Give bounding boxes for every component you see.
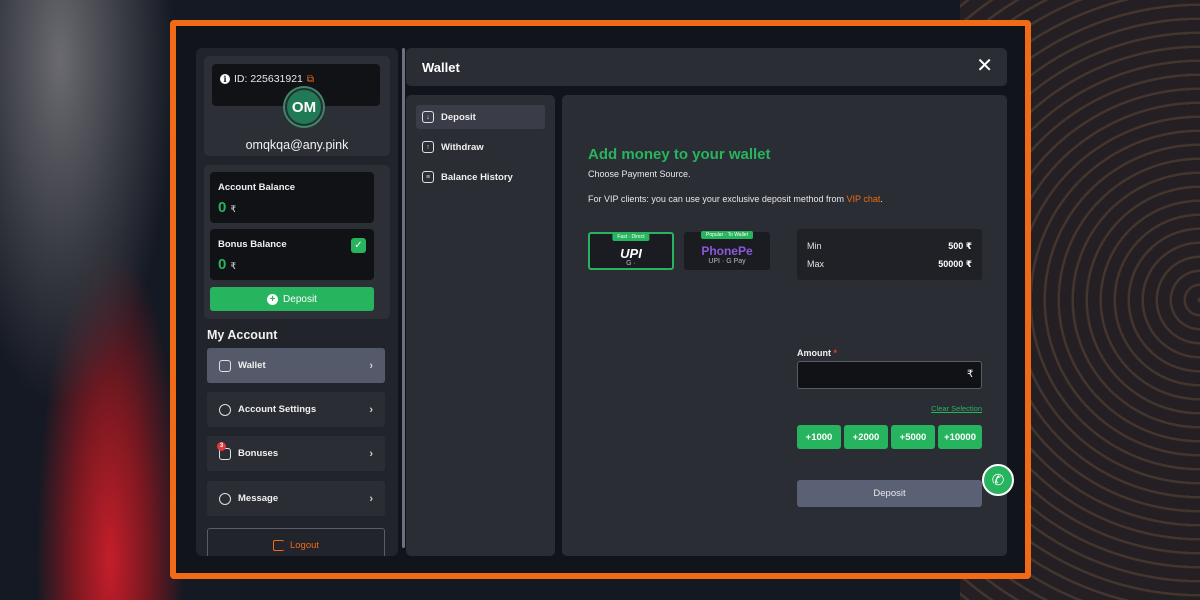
user-id-text: ID: 225631921 bbox=[234, 73, 303, 85]
logout-button[interactable]: Logout bbox=[207, 528, 385, 556]
wallet-header: Wallet ✕ bbox=[406, 48, 1007, 86]
tab-balance-history[interactable]: ≡ Balance History bbox=[416, 165, 545, 189]
chevron-right-icon: › bbox=[369, 359, 373, 372]
amount-label: Amount * bbox=[797, 348, 837, 358]
upload-icon: ↑ bbox=[422, 141, 434, 153]
max-label: Max bbox=[807, 259, 825, 269]
quick-amount-1000[interactable]: +1000 bbox=[797, 425, 841, 449]
chevron-right-icon: › bbox=[369, 447, 373, 460]
deposit-panel: Add money to your wallet Choose Payment … bbox=[562, 95, 1007, 556]
payment-sub: UPI · G Pay bbox=[708, 258, 746, 265]
user-icon bbox=[219, 403, 231, 416]
max-value: 50000 ₹ bbox=[938, 259, 972, 269]
upi-logo: UPI bbox=[620, 246, 642, 261]
tab-label: Balance History bbox=[441, 171, 513, 183]
sidebar-item-bonuses[interactable]: 3 Bonuses › bbox=[207, 436, 385, 471]
chevron-right-icon: › bbox=[369, 492, 373, 505]
phonepe-logo: PhonePe bbox=[701, 244, 753, 258]
history-icon: ≡ bbox=[422, 171, 434, 183]
account-sidebar: i ID: 225631921 ⧉ OM omqkqa@any.pink Acc… bbox=[196, 48, 398, 556]
deposit-submit-button[interactable]: Deposit bbox=[797, 480, 982, 507]
currency-symbol: ₹ bbox=[230, 261, 237, 271]
payment-sub: G · bbox=[626, 260, 636, 267]
wallet-title: Wallet bbox=[422, 60, 460, 75]
logout-icon bbox=[272, 540, 284, 551]
choose-source-text: Choose Payment Source. bbox=[588, 169, 691, 179]
payment-tag: Fast · Direct bbox=[612, 233, 650, 241]
rupee-icon: ₹ bbox=[967, 369, 974, 380]
max-row: Max 50000 ₹ bbox=[807, 259, 972, 270]
plus-icon: + bbox=[267, 293, 279, 305]
tab-label: Deposit bbox=[441, 111, 476, 123]
download-icon: ↓ bbox=[422, 111, 434, 123]
app-frame: i ID: 225631921 ⧉ OM omqkqa@any.pink Acc… bbox=[170, 20, 1031, 579]
vip-note: For VIP clients: you can use your exclus… bbox=[588, 194, 883, 204]
required-marker: * bbox=[833, 348, 838, 358]
gift-icon: 3 bbox=[217, 441, 231, 460]
chevron-right-icon: › bbox=[369, 403, 373, 416]
payment-tag: Popular · To Wallet bbox=[701, 231, 753, 239]
deposit-heading: Add money to your wallet bbox=[588, 146, 771, 163]
wallet-icon bbox=[219, 359, 231, 372]
bonus-balance-label: Bonus Balance bbox=[218, 239, 287, 250]
sidebar-item-label: Bonuses bbox=[238, 448, 279, 459]
user-email: omqkqa@any.pink bbox=[245, 138, 349, 152]
account-balance-label: Account Balance bbox=[218, 182, 296, 193]
copy-icon[interactable]: ⧉ bbox=[307, 74, 314, 85]
min-label: Min bbox=[807, 241, 822, 251]
logout-label: Logout bbox=[289, 540, 320, 551]
deposit-limits: Min 500 ₹ Max 50000 ₹ bbox=[797, 229, 982, 280]
sidebar-item-label: Wallet bbox=[238, 360, 266, 371]
phone-icon[interactable]: ✆ bbox=[982, 464, 1014, 496]
user-id-row: i ID: 225631921 ⧉ bbox=[220, 73, 314, 85]
info-icon: i bbox=[220, 74, 230, 84]
bonus-balance-value: 0 ₹ bbox=[218, 256, 237, 273]
bonus-balance-card: Bonus Balance ✓ 0 ₹ bbox=[210, 229, 374, 280]
sidebar-item-message[interactable]: Message › bbox=[207, 481, 385, 516]
vip-end: . bbox=[880, 194, 883, 204]
payment-method-phonepe[interactable]: Popular · To Wallet PhonePe UPI · G Pay bbox=[684, 231, 770, 270]
amount-label-text: Amount bbox=[797, 348, 831, 358]
close-icon[interactable]: ✕ bbox=[976, 55, 993, 77]
min-value: 500 ₹ bbox=[948, 241, 972, 251]
tab-label: Withdraw bbox=[441, 141, 484, 153]
wallet-tabs: ↓ Deposit ↑ Withdraw ≡ Balance History bbox=[406, 95, 555, 556]
sidebar-scrollbar[interactable] bbox=[402, 48, 405, 548]
min-row: Min 500 ₹ bbox=[807, 241, 972, 252]
chevron-down-icon[interactable]: ✓ bbox=[351, 238, 366, 253]
quick-amount-2000[interactable]: +2000 bbox=[844, 425, 888, 449]
message-icon bbox=[219, 492, 231, 505]
avatar: OM bbox=[285, 88, 323, 126]
balance-card: Account Balance 0 ₹ Bonus Balance ✓ 0 ₹ + … bbox=[204, 165, 390, 319]
sidebar-item-account-settings[interactable]: Account Settings › bbox=[207, 392, 385, 427]
tab-withdraw[interactable]: ↑ Withdraw bbox=[416, 135, 545, 159]
account-balance-value: 0 ₹ bbox=[218, 199, 237, 216]
notification-badge: 3 bbox=[217, 441, 226, 451]
vip-text: For VIP clients: you can use your exclus… bbox=[588, 194, 847, 204]
currency-symbol: ₹ bbox=[230, 204, 237, 214]
tab-deposit[interactable]: ↓ Deposit bbox=[416, 105, 545, 129]
my-account-heading: My Account bbox=[207, 328, 278, 342]
sidebar-item-label: Account Settings bbox=[238, 404, 317, 415]
quick-amount-10000[interactable]: +10000 bbox=[938, 425, 982, 449]
quick-amount-5000[interactable]: +5000 bbox=[891, 425, 935, 449]
amount-input[interactable] bbox=[797, 361, 982, 389]
sidebar-deposit-button[interactable]: + Deposit bbox=[210, 287, 374, 311]
profile-card: i ID: 225631921 ⧉ OM omqkqa@any.pink bbox=[204, 56, 390, 156]
payment-method-upi[interactable]: Fast · Direct UPI G · bbox=[588, 232, 674, 270]
vip-chat-link[interactable]: VIP chat bbox=[846, 194, 880, 204]
sidebar-item-label: Message bbox=[238, 493, 279, 504]
sidebar-item-wallet[interactable]: Wallet › bbox=[207, 348, 385, 383]
sidebar-deposit-label: Deposit bbox=[283, 293, 317, 305]
clear-selection-link[interactable]: Clear Selection bbox=[931, 404, 982, 413]
account-balance-card: Account Balance 0 ₹ bbox=[210, 172, 374, 223]
